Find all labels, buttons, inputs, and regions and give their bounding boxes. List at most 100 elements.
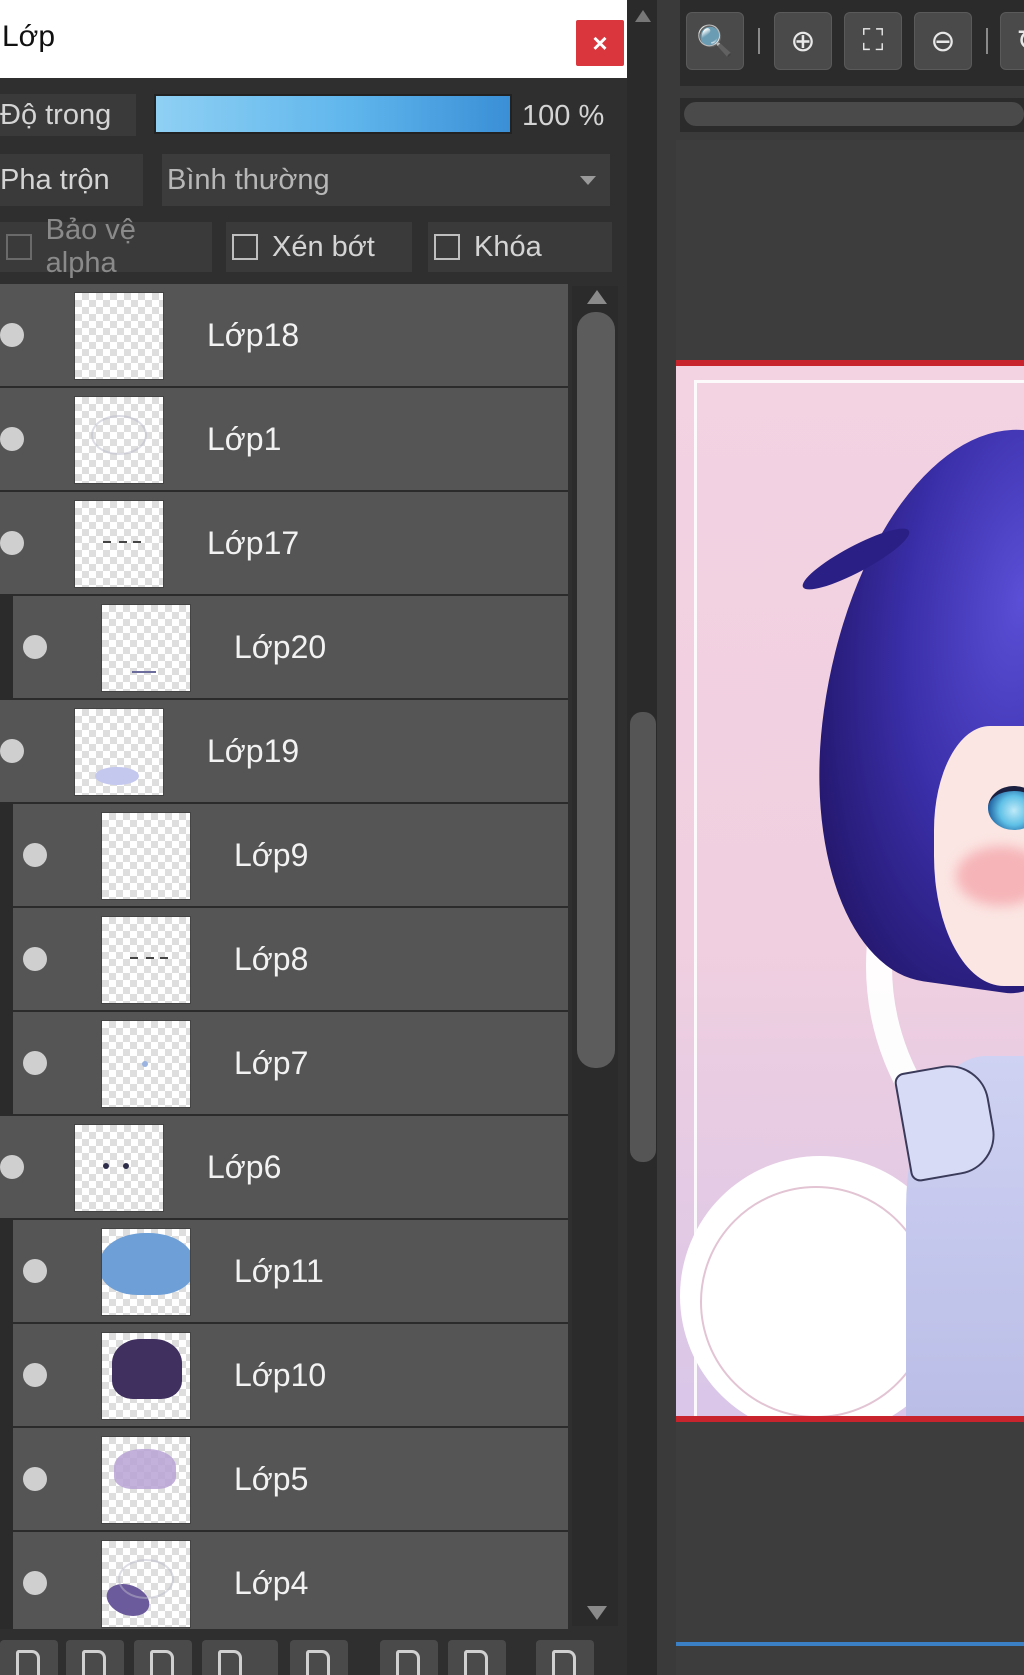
canvas-toolbar: 🔍 ⊕ ⛶ ⊖ ↻ — [680, 0, 1024, 86]
layer-row[interactable]: Lớp7 — [12, 1012, 568, 1114]
layer-row[interactable]: Lớp1 — [0, 388, 568, 490]
layer-row[interactable]: Lớp18 — [0, 284, 568, 386]
toolbar-divider — [986, 28, 988, 54]
canvas-horizontal-scroll[interactable] — [680, 98, 1024, 132]
visibility-eye-icon[interactable] — [23, 1571, 47, 1595]
scroll-down-icon[interactable] — [587, 1606, 607, 1620]
thumb-hair-light — [114, 1449, 176, 1489]
layer-panel: Lớp × Độ trong 100 % Pha trộn Bình thườn… — [0, 0, 627, 1675]
scroll-up-icon[interactable] — [587, 290, 607, 304]
protect-alpha-checkbox[interactable]: Bảo vệ alpha — [0, 214, 212, 279]
layer-list-scrollbar[interactable] — [572, 286, 618, 1626]
new-folder-button[interactable] — [290, 1640, 348, 1675]
art-circle-inner — [700, 1186, 932, 1416]
scroll-thumb[interactable] — [684, 102, 1024, 126]
opacity-slider[interactable] — [154, 94, 512, 134]
visibility-eye-icon[interactable] — [0, 427, 24, 451]
layer-name: Lớp11 — [234, 1253, 324, 1289]
visibility-eye-icon[interactable] — [23, 635, 47, 659]
visibility-eye-icon[interactable] — [0, 323, 24, 347]
layer-row[interactable]: Lớp6 — [0, 1116, 568, 1218]
opacity-slider-fill — [156, 96, 510, 132]
canvas-artwork[interactable] — [676, 360, 1024, 1422]
duplicate-layer-button[interactable] — [380, 1640, 438, 1675]
zoom-actual-icon: 🔍 — [696, 24, 734, 58]
new-layer-button[interactable] — [0, 1640, 58, 1675]
layer-name: Lớp4 — [234, 1565, 309, 1601]
layer-thumbnail — [101, 1436, 191, 1524]
visibility-eye-icon[interactable] — [0, 739, 24, 763]
thumb-sketch — [118, 1559, 174, 1599]
layer-row[interactable]: Lớp19 — [0, 700, 568, 802]
zoom-in-icon: ⊕ — [790, 24, 816, 58]
fit-screen-button[interactable]: ⛶ — [844, 12, 902, 70]
merge-layer-button[interactable] — [448, 1640, 506, 1675]
layer-thumbnail — [101, 1020, 191, 1108]
lock-checkbox[interactable]: Khóa — [428, 222, 612, 272]
layer-thumbnail — [101, 1540, 191, 1628]
thumb-collar — [95, 767, 139, 785]
layer-row[interactable]: Lớp5 — [12, 1428, 568, 1530]
layer-row[interactable]: Lớp4 — [12, 1532, 568, 1629]
layer-thumbnail — [74, 500, 164, 588]
folder-icon — [306, 1650, 330, 1675]
scroll-thumb[interactable] — [630, 712, 656, 1162]
layer-row[interactable]: Lớp17 — [0, 492, 568, 594]
visibility-eye-icon[interactable] — [23, 843, 47, 867]
layer-row[interactable]: Lớp20 — [12, 596, 568, 698]
layer-thumbnail — [101, 1228, 191, 1316]
layer-name: Lớp18 — [207, 317, 300, 353]
zoom-out-button[interactable]: ⊖ — [914, 12, 972, 70]
visibility-eye-icon[interactable] — [23, 1363, 47, 1387]
checkbox-icon — [232, 234, 258, 260]
app-root: Lớp × Độ trong 100 % Pha trộn Bình thườn… — [0, 0, 1024, 1675]
layer-row[interactable]: Lớp11 — [12, 1220, 568, 1322]
layer-thumbnail — [74, 1124, 164, 1212]
visibility-eye-icon[interactable] — [23, 1467, 47, 1491]
zoom-in-button[interactable]: ⊕ — [774, 12, 832, 70]
new-1bit-layer-button[interactable] — [134, 1640, 192, 1675]
scroll-thumb[interactable] — [577, 312, 615, 1068]
thumb-blob — [102, 1233, 190, 1295]
panel-titlebar: Lớp × — [0, 0, 627, 78]
layer-row[interactable]: Lớp8 — [12, 908, 568, 1010]
opacity-value[interactable]: 100 % — [522, 96, 622, 136]
layer-name: Lớp20 — [234, 629, 327, 665]
zoom-actual-button[interactable]: 🔍 — [686, 12, 744, 70]
toolbar-divider — [758, 28, 760, 54]
layer-thumbnail — [74, 708, 164, 796]
layer-name: Lớp7 — [234, 1045, 309, 1081]
layer-row[interactable]: Lớp9 — [12, 804, 568, 906]
layer-thumbnail — [74, 292, 164, 380]
layer-list: Lớp18 Lớp1 Lớp17 Lớp20 Lớp19 Lớp9 Lớp8 Lớp7 Lớp6… — [0, 284, 568, 1629]
clipping-checkbox[interactable]: Xén bớt — [226, 222, 412, 272]
blend-mode-label: Pha trộn — [0, 154, 143, 206]
new-raster-layer-button[interactable] — [66, 1640, 124, 1675]
add-layer-menu-button[interactable] — [202, 1640, 278, 1675]
visibility-eye-icon[interactable] — [23, 1051, 47, 1075]
visibility-eye-icon[interactable] — [23, 1259, 47, 1283]
layer-actions-toolbar — [0, 1636, 620, 1675]
protect-alpha-label: Bảo vệ alpha — [45, 214, 136, 279]
new-layer-icon — [16, 1650, 40, 1675]
panel-title: Lớp — [2, 20, 56, 53]
rotate-button[interactable]: ↻ — [1000, 12, 1024, 70]
panel-splitter-scrollbar[interactable] — [627, 0, 657, 1675]
scroll-up-icon[interactable] — [635, 10, 651, 22]
canvas-bottom-scrollbar[interactable] — [676, 1642, 1024, 1646]
layer-thumbnail — [74, 396, 164, 484]
layer-name: Lớp6 — [207, 1149, 282, 1185]
layer-name: Lớp5 — [234, 1461, 309, 1497]
visibility-eye-icon[interactable] — [23, 947, 47, 971]
layer-row[interactable]: Lớp10 — [12, 1324, 568, 1426]
layer-name: Lớp8 — [234, 941, 309, 977]
delete-layer-button[interactable] — [536, 1640, 594, 1675]
visibility-eye-icon[interactable] — [0, 531, 24, 555]
blend-mode-select[interactable]: Bình thường — [162, 154, 610, 206]
visibility-eye-icon[interactable] — [0, 1155, 24, 1179]
opacity-label: Độ trong — [0, 94, 136, 136]
close-button[interactable]: × — [576, 20, 624, 66]
duplicate-icon — [396, 1650, 420, 1675]
layer-thumbnail — [101, 604, 191, 692]
checkbox-icon — [6, 234, 32, 260]
